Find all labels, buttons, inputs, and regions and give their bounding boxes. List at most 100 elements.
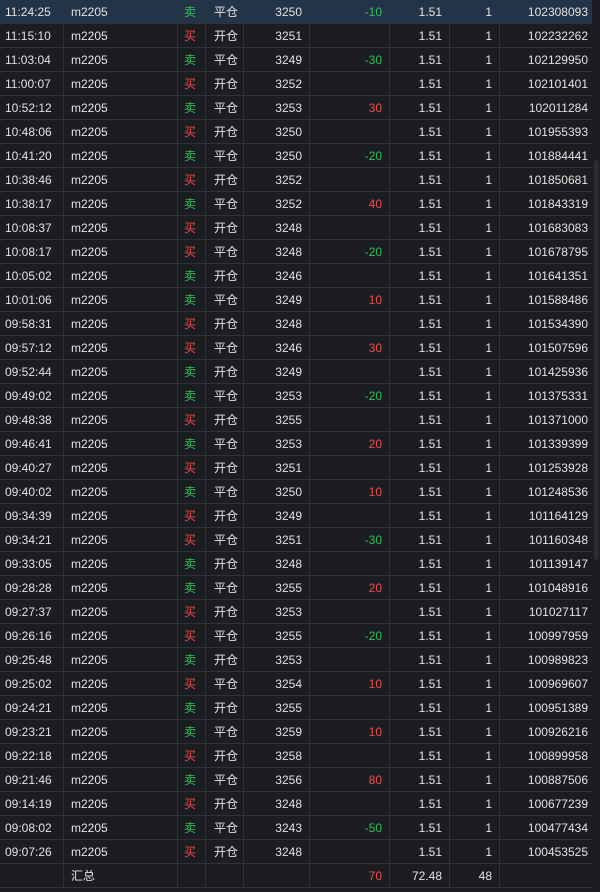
trade-price-cell: 3251 [244, 528, 310, 552]
offset-flag-cell: 平仓 [206, 432, 244, 456]
profit-loss-cell: 10 [310, 672, 390, 696]
table-row[interactable]: 09:26:16 m2205 买平仓 3255 -20 1.51 1 100997959 [0, 624, 592, 648]
table-row[interactable]: 09:46:41 m2205 卖平仓 3253 20 1.51 1 101339399 [0, 432, 592, 456]
table-row[interactable]: 09:58:31 m2205 买开仓 3248 1.51 1 101534390 [0, 312, 592, 336]
profit-loss-cell [310, 552, 390, 576]
direction-cell: 买 [178, 840, 206, 864]
table-row[interactable]: 10:08:17 m2205 买平仓 3248 -20 1.51 1 101678795 [0, 240, 592, 264]
trade-price-cell: 3250 [244, 120, 310, 144]
trade-id-cell: 101641351 [527, 269, 588, 283]
direction-cell: 卖 [178, 648, 206, 672]
table-row[interactable]: 09:25:02 m2205 买平仓 3254 10 1.51 1 100969607 [0, 672, 592, 696]
volume-cell: 1 [450, 360, 500, 384]
direction-cell: 买 [178, 168, 206, 192]
table-row[interactable]: 09:23:21 m2205 卖平仓 3259 10 1.51 1 100926216 [0, 720, 592, 744]
profit-loss-cell [310, 264, 390, 288]
commission-cell: 1.51 [390, 408, 450, 432]
table-row[interactable]: 11:03:04 m2205 卖平仓 3249 -30 1.51 1 102129950 [0, 48, 592, 72]
volume-cell: 1 [450, 456, 500, 480]
table-row[interactable]: 09:40:02 m2205 卖平仓 3250 10 1.51 1 101248536 [0, 480, 592, 504]
profit-loss-cell [310, 840, 390, 864]
summary-fee: 72.48 [390, 864, 450, 888]
offset-flag-cell: 开仓 [206, 456, 244, 480]
table-row[interactable]: 09:33:05 m2205 卖开仓 3248 1.51 1 101139147 [0, 552, 592, 576]
offset-flag-cell: 平仓 [206, 144, 244, 168]
table-row[interactable]: 09:28:28 m2205 卖平仓 3255 20 1.51 1 101048916 [0, 576, 592, 600]
contract-code-cell: m2205 [64, 648, 178, 672]
trade-time-cell: 10:01:06 [0, 288, 64, 312]
summary-volume: 48 [450, 864, 500, 888]
trade-price-cell: 3252 [244, 72, 310, 96]
table-row[interactable]: 09:08:02 m2205 卖平仓 3243 -50 1.51 1 100477434 [0, 816, 592, 840]
commission-cell: 1.51 [390, 528, 450, 552]
commission-cell: 1.51 [390, 360, 450, 384]
table-row[interactable]: 10:01:06 m2205 卖平仓 3249 10 1.51 1 101588486 [0, 288, 592, 312]
table-row[interactable]: 09:24:21 m2205 卖开仓 3255 1.51 1 100951389 [0, 696, 592, 720]
scrollbar-thumb[interactable] [594, 160, 599, 560]
contract-code-cell: m2205 [64, 696, 178, 720]
trade-time-cell: 11:03:04 [0, 48, 64, 72]
trade-price-cell: 3249 [244, 504, 310, 528]
table-row[interactable]: 09:25:48 m2205 卖开仓 3253 1.51 1 100989823 [0, 648, 592, 672]
summary-dir-cell [178, 864, 206, 888]
table-row[interactable]: 11:00:07 m2205 买开仓 3252 1.51 1 102101401 [0, 72, 592, 96]
profit-loss-cell: 40 [310, 192, 390, 216]
trade-price-cell: 3254 [244, 672, 310, 696]
volume-cell: 1 [450, 216, 500, 240]
offset-flag-cell: 开仓 [206, 696, 244, 720]
trade-id-cell: 101164129 [528, 509, 588, 523]
profit-loss-cell: 10 [310, 288, 390, 312]
table-row[interactable]: 11:15:10 m2205 买开仓 3251 1.51 1 102232262 [0, 24, 592, 48]
table-row[interactable]: 09:22:18 m2205 买开仓 3258 1.51 1 100899958 [0, 744, 592, 768]
table-row[interactable]: 09:48:38 m2205 买开仓 3255 1.51 1 101371000 [0, 408, 592, 432]
table-row[interactable]: 09:27:37 m2205 买开仓 3253 1.51 1 101027117 [0, 600, 592, 624]
offset-flag-cell: 平仓 [206, 480, 244, 504]
table-row[interactable]: 10:41:20 m2205 卖平仓 3250 -20 1.51 1 101884441 [0, 144, 592, 168]
direction-cell: 卖 [178, 192, 206, 216]
table-row[interactable]: 09:34:21 m2205 买平仓 3251 -30 1.51 1 101160348 [0, 528, 592, 552]
table-row[interactable]: 09:21:46 m2205 卖平仓 3256 80 1.51 1 100887506 [0, 768, 592, 792]
table-row[interactable]: 10:52:12 m2205 卖平仓 3253 30 1.51 1 102011284 [0, 96, 592, 120]
contract-code-cell: m2205 [64, 528, 178, 552]
table-row[interactable]: 10:38:46 m2205 买开仓 3252 1.51 1 101850681 [0, 168, 592, 192]
volume-cell: 1 [450, 768, 500, 792]
contract-code-cell: m2205 [64, 48, 178, 72]
table-row[interactable]: 09:40:27 m2205 买开仓 3251 1.51 1 101253928 [0, 456, 592, 480]
trade-id-cell: 101160348 [528, 533, 588, 547]
direction-cell: 买 [178, 672, 206, 696]
direction-cell: 买 [178, 792, 206, 816]
table-row[interactable]: 09:49:02 m2205 卖平仓 3253 -20 1.51 1 101375331 [0, 384, 592, 408]
trade-id-cell: 100477434 [527, 821, 588, 835]
trade-id-cell: 101588486 [527, 293, 588, 307]
contract-code-cell: m2205 [64, 264, 178, 288]
trade-time-cell: 09:34:39 [0, 504, 64, 528]
profit-loss-cell [310, 648, 390, 672]
trade-price-cell: 3243 [244, 816, 310, 840]
direction-cell: 买 [178, 72, 206, 96]
trade-time-cell: 10:41:20 [0, 144, 64, 168]
direction-cell: 买 [178, 504, 206, 528]
table-row[interactable]: 11:24:25 m2205 卖平仓 3250 -10 1.51 1 102308093 [0, 0, 592, 24]
direction-cell: 卖 [178, 144, 206, 168]
table-row[interactable]: 09:14:19 m2205 买开仓 3248 1.51 1 100677239 [0, 792, 592, 816]
summary-label: 汇总 [64, 864, 178, 888]
profit-loss-cell: -20 [310, 384, 390, 408]
trade-id-cell: 100899958 [527, 749, 588, 763]
table-row[interactable]: 10:48:06 m2205 买开仓 3250 1.51 1 101955393 [0, 120, 592, 144]
contract-code-cell: m2205 [64, 792, 178, 816]
trade-price-cell: 3253 [244, 648, 310, 672]
table-row[interactable]: 09:52:44 m2205 卖开仓 3249 1.51 1 101425936 [0, 360, 592, 384]
contract-code-cell: m2205 [64, 24, 178, 48]
trade-id-cell: 100677239 [527, 797, 588, 811]
table-row[interactable]: 10:38:17 m2205 卖平仓 3252 40 1.51 1 101843319 [0, 192, 592, 216]
offset-flag-cell: 平仓 [206, 624, 244, 648]
table-row[interactable]: 09:34:39 m2205 买开仓 3249 1.51 1 101164129 [0, 504, 592, 528]
offset-flag-cell: 平仓 [206, 384, 244, 408]
contract-code-cell: m2205 [64, 312, 178, 336]
vertical-scrollbar[interactable] [592, 0, 600, 892]
table-row[interactable]: 09:57:12 m2205 买平仓 3246 30 1.51 1 101507596 [0, 336, 592, 360]
table-row[interactable]: 10:08:37 m2205 买开仓 3248 1.51 1 101683083 [0, 216, 592, 240]
table-row[interactable]: 09:07:26 m2205 买开仓 3248 1.51 1 100453525 [0, 840, 592, 864]
commission-cell: 1.51 [390, 24, 450, 48]
table-row[interactable]: 10:05:02 m2205 卖开仓 3246 1.51 1 101641351 [0, 264, 592, 288]
